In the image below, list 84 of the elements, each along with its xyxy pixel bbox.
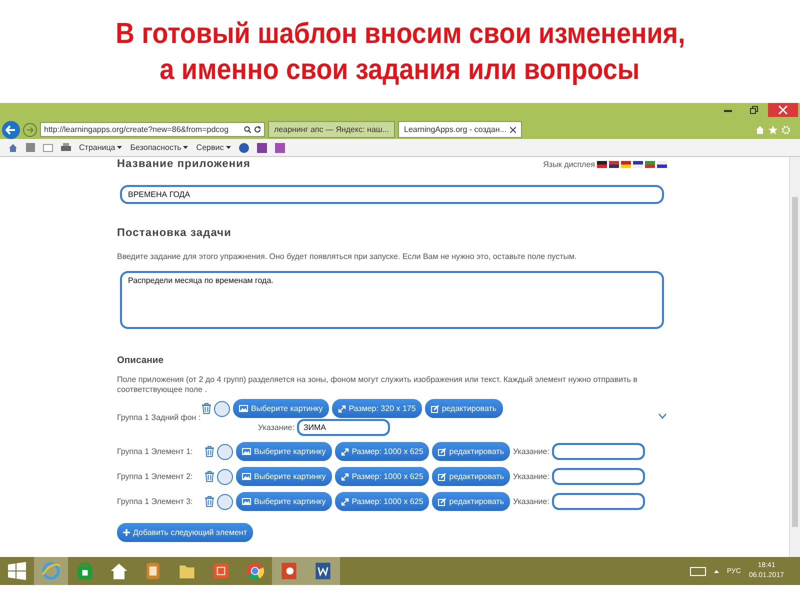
browser-tab[interactable]: леарнинг апс — Яндекс: наш...	[268, 121, 395, 138]
language-label: Язык дисплея	[543, 160, 595, 168]
flag-icon[interactable]	[609, 160, 619, 168]
caret-up-icon[interactable]	[714, 570, 719, 572]
edit-icon	[430, 404, 439, 412]
image-icon	[242, 498, 251, 505]
add-element-button[interactable]: Добавить следующий элемент	[117, 523, 253, 542]
menu-item[interactable]: Страница	[79, 143, 116, 152]
size-button[interactable]: Размер: 1000 x 625	[334, 467, 430, 486]
star-icon[interactable]	[768, 124, 778, 134]
search-icon[interactable]	[244, 126, 251, 133]
slide-title: В готовый шаблон вносим свои изменения,	[115, 16, 685, 52]
close-icon[interactable]	[510, 126, 516, 132]
hint-label: Указание:	[258, 423, 294, 432]
section-heading: Название приложения	[117, 158, 251, 170]
choose-image-button[interactable]: Выберите картинку	[236, 467, 332, 486]
resize-icon	[340, 472, 349, 480]
hint-field[interactable]	[552, 443, 646, 460]
trash-icon[interactable]	[202, 403, 211, 414]
caret-icon[interactable]	[226, 146, 231, 149]
refresh-icon[interactable]	[254, 126, 261, 133]
menu-item[interactable]: Безопасность	[130, 143, 182, 152]
size-button[interactable]: Размер: 1000 x 625	[334, 442, 430, 461]
hint-label: Указание:	[513, 447, 550, 456]
flag-icon[interactable]	[633, 160, 643, 168]
edit-button[interactable]: редактировать	[432, 492, 510, 511]
address-field[interactable]: http://learningapps.org/create?new=86&from=pdcog	[40, 122, 265, 137]
windows-logo-icon[interactable]	[8, 562, 26, 580]
image-icon	[242, 473, 251, 480]
choose-image-button[interactable]: Выберите картинку	[236, 442, 332, 461]
hint-field[interactable]: ЗИМА	[297, 419, 390, 436]
edit-button[interactable]: редактировать	[432, 467, 510, 486]
document-icon[interactable]	[306, 557, 340, 585]
home-icon[interactable]	[8, 142, 18, 152]
trash-icon[interactable]	[205, 471, 214, 482]
thumbnail-image	[214, 400, 230, 416]
resize-icon	[340, 498, 349, 506]
scrollbar-thumb[interactable]	[792, 197, 798, 527]
edit-button[interactable]: редактировать	[424, 399, 503, 418]
presentation-icon[interactable]	[272, 557, 306, 585]
description-text: Поле приложения (от 2 до 4 групп) разделяется на зоны, фоном могут служить изображения или текст. Каждый элемент нужно отправить в соответствующее поле .	[117, 375, 638, 395]
edit-button[interactable]: редактировать	[432, 442, 510, 461]
group-label: Группа 1 Задний фон :	[117, 413, 202, 422]
edit-icon	[438, 448, 446, 456]
hint-field[interactable]	[552, 468, 646, 485]
flag-icon[interactable]	[597, 160, 607, 168]
flag-icon[interactable]	[657, 160, 667, 168]
forward-icon[interactable]	[23, 122, 37, 136]
back-icon[interactable]	[2, 120, 20, 138]
section-heading: Постановка задачи	[117, 227, 233, 239]
image-icon	[242, 448, 251, 455]
trash-icon[interactable]	[205, 446, 214, 457]
choose-image-button[interactable]: Выберите картинку	[236, 492, 332, 511]
menu-item[interactable]: Сервис	[196, 143, 224, 152]
choose-image-button[interactable]: Выберите картинку	[233, 399, 329, 418]
resize-icon	[338, 404, 346, 412]
printer-icon[interactable]	[61, 143, 71, 152]
task-field[interactable]: Распредели месяца по временам года.	[120, 271, 664, 329]
hint-label: Указание:	[513, 472, 550, 481]
plus-icon	[123, 529, 130, 536]
hint-label: Указание:	[513, 497, 550, 506]
chevron-down-icon[interactable]	[658, 413, 667, 419]
edit-icon	[438, 472, 446, 480]
hint-field[interactable]	[552, 493, 646, 510]
caret-icon[interactable]	[183, 146, 188, 149]
thumbnail-image	[217, 494, 233, 510]
edit-icon	[438, 498, 446, 506]
close-button[interactable]	[768, 103, 798, 117]
size-button[interactable]: Размер: 1000 x 625	[334, 492, 430, 511]
resize-icon	[340, 448, 349, 456]
section-heading: Описание	[117, 355, 165, 366]
thumbnail-image	[217, 468, 233, 484]
element-label: Группа 1 Элемент 2:	[117, 472, 194, 481]
size-button[interactable]: Размер: 320 x 175	[332, 399, 422, 418]
element-label: Группа 1 Элемент 3:	[117, 497, 194, 506]
trash-icon[interactable]	[205, 496, 214, 507]
browser-tab[interactable]: LearningApps.org - создан...	[398, 121, 522, 138]
element-label: Группа 1 Элемент 1:	[117, 447, 194, 456]
image-icon	[239, 405, 248, 412]
thumbnail-image	[217, 444, 233, 460]
caret-icon[interactable]	[117, 146, 122, 149]
slide-title: а именно свои задания или вопросы	[160, 52, 640, 88]
app-name-field[interactable]: ВРЕМЕНА ГОДА	[120, 185, 664, 204]
task-hint: Введите задание для этого упражнения. Оно будет появляться при запуске. Если Вам не нужно это, оставьте поле пустым.	[117, 252, 578, 261]
